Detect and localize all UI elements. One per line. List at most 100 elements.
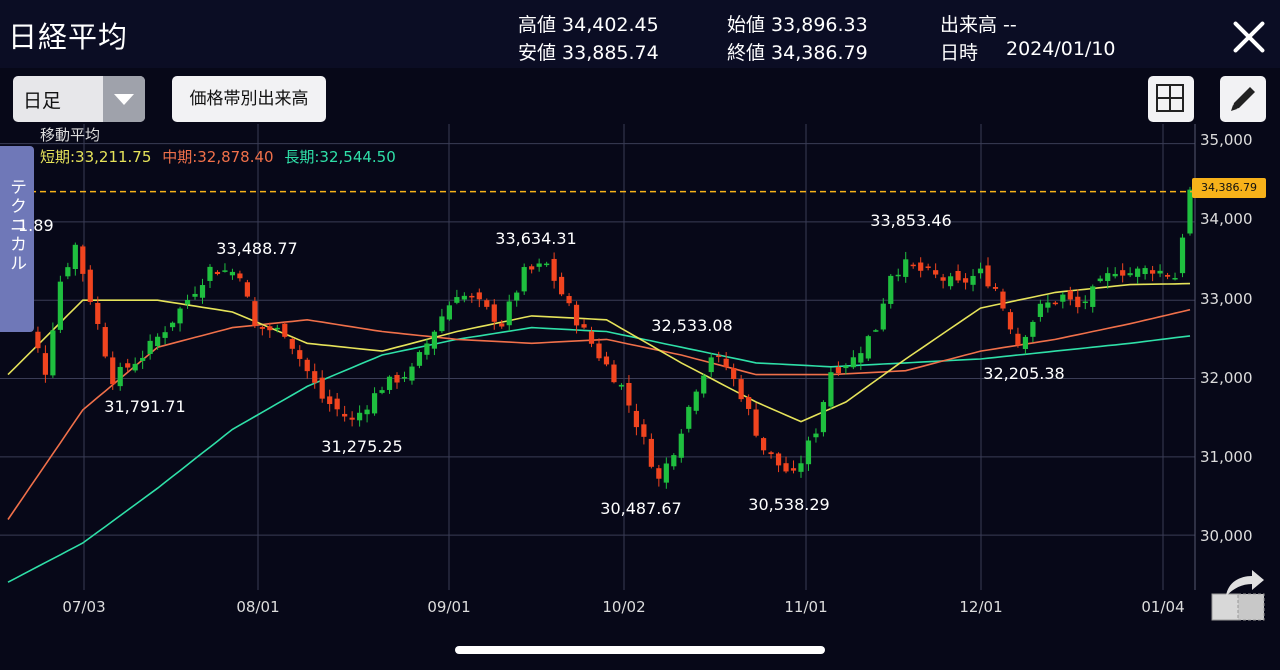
candle-body [888,275,894,304]
ma-mid: 中期:32,878.40 [162,148,274,166]
y-tick-32000: 32,000 [1200,369,1253,387]
candle-body [992,287,999,289]
candle-body [626,383,632,406]
candle-body [1060,294,1066,302]
candle-body [327,396,333,405]
candle-body [813,433,819,438]
candle-body [454,297,460,303]
candle-body [132,363,138,371]
candle-body [641,424,647,437]
candle-body [297,350,303,359]
candle-body [596,343,602,359]
candle-body [1045,302,1051,308]
candle-body [476,292,482,300]
candle-body [35,331,41,349]
candle-body [1007,312,1014,330]
x-tick-0703: 07/03 [62,598,106,616]
candle-body [783,463,789,472]
candle-body [873,330,879,332]
annotation-low-1004: 30,487.67 [600,499,682,518]
candle-body [117,366,123,387]
candle-body [977,268,984,274]
annotation-low-0712: 31,791.71 [104,397,186,416]
y-tick-31000: 31,000 [1200,448,1253,466]
candle-body [1105,273,1111,281]
candle-body [880,303,886,330]
candle-body [72,244,78,270]
candle-body [723,358,729,368]
candle-body [858,353,864,363]
candle-body [1037,303,1043,317]
candle-body [708,357,714,373]
x-tick-1101: 11/01 [784,598,828,616]
candlestick-chart[interactable] [0,0,1280,670]
candle-body [446,305,452,320]
candle-body [409,366,415,381]
candle-body [588,331,595,344]
candle-body [835,366,841,374]
candle-body [865,336,871,359]
candle-body [319,377,325,399]
technical-tab[interactable]: テクニカル [0,146,34,332]
annotation-low-0822: 31,275.25 [321,437,403,456]
candle-body [581,324,587,328]
candle-body [775,453,782,466]
x-tick-1002: 10/02 [602,598,646,616]
candle-body [1022,336,1029,350]
ma-title: 移動平均 [40,126,101,144]
candle-body [1090,286,1096,307]
technical-value: 1.89 [18,216,54,235]
candle-body [573,304,580,326]
y-tick-30000: 30,000 [1200,527,1253,545]
candle-body [805,440,812,465]
candle-body [416,352,423,366]
candle-body [357,412,363,421]
home-indicator [455,646,825,654]
candle-body [334,398,340,410]
candle-body [910,264,916,267]
candle-body [371,393,378,414]
candle-body [1075,296,1081,308]
candle-body [566,296,572,304]
candle-body [1172,278,1178,280]
x-tick-0104: 01/04 [1141,598,1185,616]
candle-body [192,293,198,297]
candle-body [364,409,370,415]
candle-body [304,359,310,372]
candle-body [95,303,101,324]
y-tick-33000: 33,000 [1200,290,1253,308]
candle-body [648,438,654,467]
candle-body [499,323,505,327]
candle-body [424,343,430,355]
x-tick-0801: 08/01 [236,598,280,616]
candle-body [850,357,856,368]
x-tick-0901: 09/01 [427,598,471,616]
candle-body [544,263,550,266]
candle-body [50,330,56,376]
candle-body [738,379,744,400]
candle-body [461,295,467,300]
candle-body [753,409,759,436]
candle-body [102,327,108,357]
candle-body [282,323,288,337]
y-tick-34000: 34,000 [1200,210,1253,228]
candle-body [169,322,176,328]
candle-body [970,275,976,285]
candle-body [1120,270,1126,276]
candle-body [87,269,93,302]
candle-body [125,363,131,368]
candle-body [701,375,707,394]
candle-body [439,316,445,332]
candle-body [484,300,490,307]
candle-body [65,267,71,277]
candle-body [229,271,236,276]
candle-body [962,278,969,283]
ma-legend: 短期:33,211.75 中期:32,878.40 長期:32,544.50 [40,146,396,167]
share-icon[interactable] [1210,566,1266,622]
candle-body [110,357,116,385]
last-price-tag: 34,386.79 [1192,178,1266,198]
candle-body [925,266,931,268]
candle-body [259,327,265,329]
candle-body [820,402,827,433]
ma-short: 短期:33,211.75 [40,148,152,166]
